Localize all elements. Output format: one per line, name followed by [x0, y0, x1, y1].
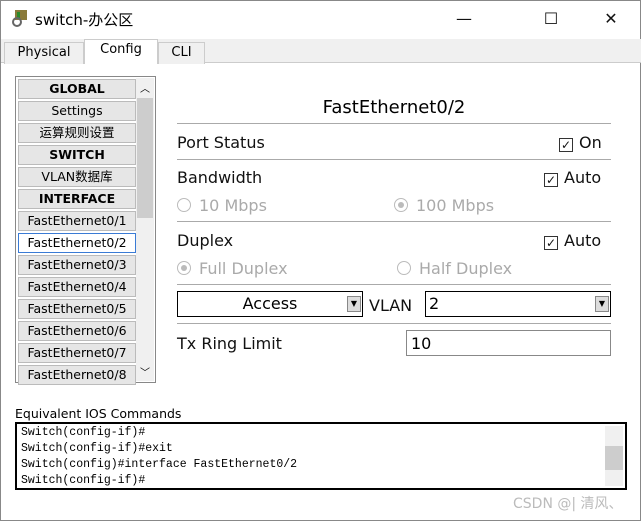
- sidebar-item[interactable]: VLAN数据库: [18, 167, 136, 187]
- divider: [177, 221, 611, 222]
- tab-bar: Physical Config CLI: [1, 39, 641, 64]
- sidebar-item[interactable]: 运算规则设置: [18, 123, 136, 143]
- divider: [177, 159, 611, 160]
- sidebar-item[interactable]: FastEthernet0/1: [18, 211, 136, 231]
- watermark: CSDN @| 清风、: [513, 496, 623, 512]
- bandwidth-label: Bandwidth: [177, 168, 263, 187]
- duplex-label: Duplex: [177, 231, 234, 250]
- radio-full-duplex[interactable]: Full Duplex: [177, 259, 288, 278]
- radio-100mbps[interactable]: 100 Mbps: [394, 196, 494, 215]
- sidebar-item[interactable]: GLOBAL: [18, 79, 136, 99]
- scroll-thumb[interactable]: [137, 98, 153, 218]
- sidebar: ︿ ﹀ GLOBAL Settings 运算规则设置 SWITCH VLAN数据库 INT…: [15, 76, 156, 385]
- divider: [177, 123, 611, 124]
- console-line: Switch(config-if)#exit: [21, 442, 173, 455]
- console-scrollbar[interactable]: [605, 426, 623, 486]
- bandwidth-auto-checkbox[interactable]: ✓ Auto: [544, 168, 601, 187]
- minimize-button[interactable]: —: [444, 5, 484, 33]
- vlan-label: VLAN: [369, 296, 413, 315]
- console-label: Equivalent IOS Commands: [15, 406, 182, 421]
- divider: [177, 284, 611, 285]
- sidebar-item[interactable]: FastEthernet0/5: [18, 299, 136, 319]
- sidebar-item[interactable]: FastEthernet0/2: [18, 233, 136, 253]
- scroll-thumb[interactable]: [605, 446, 623, 470]
- console-line: Switch(config-if)#: [21, 474, 146, 487]
- console-line: Switch(config)#interface FastEthernet0/2: [21, 458, 298, 471]
- sidebar-item[interactable]: FastEthernet0/6: [18, 321, 136, 341]
- console-line: Switch(config-if)#: [21, 426, 146, 439]
- sidebar-scrollbar[interactable]: ︿ ﹀: [136, 78, 154, 381]
- app-icon: [11, 9, 29, 27]
- vlan-select[interactable]: 2 ▼: [425, 291, 611, 317]
- scroll-down-icon[interactable]: ﹀: [136, 364, 154, 379]
- sidebar-item[interactable]: FastEthernet0/3: [18, 255, 136, 275]
- close-button[interactable]: ✕: [591, 5, 631, 33]
- radio-half-duplex[interactable]: Half Duplex: [397, 259, 512, 278]
- interface-title: FastEthernet0/2: [322, 97, 466, 118]
- dropdown-arrow-icon: ▼: [595, 296, 609, 312]
- port-status-checkbox[interactable]: ✓ On: [559, 133, 602, 152]
- sidebar-item[interactable]: FastEthernet0/4: [18, 277, 136, 297]
- sidebar-item[interactable]: Settings: [18, 101, 136, 121]
- tab-cli[interactable]: CLI: [158, 42, 205, 64]
- sidebar-item[interactable]: INTERFACE: [18, 189, 136, 209]
- divider: [177, 323, 611, 324]
- mode-select[interactable]: Access ▼: [177, 291, 363, 317]
- ios-console[interactable]: Switch(config-if)# Switch(config-if)#exit…: [15, 422, 627, 490]
- window-title: switch-办公区: [35, 11, 134, 29]
- duplex-auto-checkbox[interactable]: ✓ Auto: [544, 231, 601, 250]
- tx-ring-limit-label: Tx Ring Limit: [177, 334, 282, 353]
- tab-config[interactable]: Config: [84, 39, 158, 64]
- sidebar-item[interactable]: FastEthernet0/8: [18, 365, 136, 385]
- tx-ring-limit-input[interactable]: 10: [406, 330, 611, 356]
- sidebar-item[interactable]: SWITCH: [18, 145, 136, 165]
- tab-physical[interactable]: Physical: [4, 42, 84, 64]
- dropdown-arrow-icon: ▼: [347, 296, 361, 312]
- sidebar-item[interactable]: FastEthernet0/7: [18, 343, 136, 363]
- maximize-button[interactable]: ☐: [531, 5, 571, 33]
- radio-10mbps[interactable]: 10 Mbps: [177, 196, 267, 215]
- scroll-up-icon[interactable]: ︿: [136, 80, 154, 95]
- port-status-label: Port Status: [177, 133, 265, 152]
